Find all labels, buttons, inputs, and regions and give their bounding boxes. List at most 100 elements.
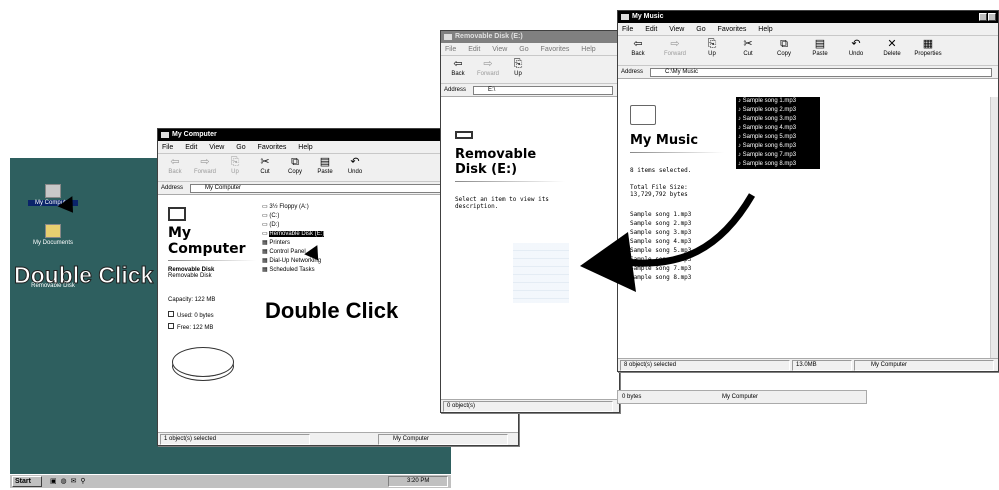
list-item-label: (D:) [269,222,280,228]
list-item-label: Scheduled Tasks [269,267,315,273]
toolbar-label: Up [231,169,239,175]
menu-favorites[interactable]: Favorites [718,26,747,33]
toolbar-label: Cut [260,169,270,175]
used-swatch [168,311,174,317]
copy-button[interactable]: ⧉ Copy [280,154,310,181]
panel-title-line-1: Removable [455,147,537,162]
list-item[interactable]: ▦ Printers [262,239,352,248]
undo-icon: ↶ [350,156,360,168]
up-button[interactable]: ⎘ Up [694,36,730,65]
address-input[interactable]: E:\ [473,86,613,95]
toolbar-label: Back [168,169,182,175]
window-title: My Music [632,13,664,20]
divider [168,260,256,261]
menubar: File Edit View Go Favorites Help [618,23,998,36]
back-button[interactable]: ⇦ Back [443,56,473,83]
titlebar[interactable]: My Music [618,11,998,23]
properties-icon: ▦ [922,38,934,50]
start-button[interactable]: Start [12,476,42,487]
back-button[interactable]: ⇦ Back [620,36,656,65]
menu-go[interactable]: Go [519,46,528,53]
menu-favorites[interactable]: Favorites [258,144,287,151]
menu-help[interactable]: Help [298,144,312,151]
toolbar-label: Properties [914,51,942,57]
list-item[interactable]: ▭ (C:) [262,212,352,221]
address-bar: Address E:\ [441,84,619,97]
maximize-button[interactable] [988,13,996,21]
scrollbar[interactable] [990,97,998,359]
menu-edit[interactable]: Edit [645,26,657,33]
cut-button[interactable]: ✂ Cut [250,154,280,181]
address-input[interactable]: C:\My Music [650,68,992,77]
minimize-button[interactable] [979,13,987,21]
desktop-icon-my-documents[interactable]: My Documents [28,224,78,246]
file-item[interactable]: ♪ Sample song 8.mp3 [736,160,820,169]
menu-view[interactable]: View [209,144,224,151]
toolbar-label: Paste [317,169,333,175]
forward-icon: ⇨ [670,38,680,50]
cut-button[interactable]: ✂ Cut [730,36,766,65]
menu-edit[interactable]: Edit [185,144,197,151]
list-item[interactable]: ▭ (D:) [262,221,352,230]
statusbar: 8 object(s) selected 13.0MB My Computer [618,358,998,371]
file-item-label: Sample song 8.mp3 [742,161,797,167]
window-title: Removable Disk (E:) [455,33,523,40]
scissors-icon: ✂ [743,38,753,50]
file-item[interactable]: ♪ Sample song 3.mp3 [736,115,820,124]
file-item[interactable]: ♪ Sample song 2.mp3 [736,106,820,115]
quick-launch[interactable]: ▣ ◍ ✉ ⚲ [50,477,87,485]
menu-help[interactable]: Help [758,26,772,33]
menu-help[interactable]: Help [581,46,595,53]
panel-title-line-2: Computer [168,241,246,257]
file-item[interactable]: ♪ Sample song 4.mp3 [736,124,820,133]
list-item: Sample song 3.mp3 [630,229,692,236]
file-item-label: Sample song 3.mp3 [742,116,797,122]
list-item[interactable]: ▭ 3½ Floppy (A:) [262,203,352,212]
window-removable-disk: Removable Disk (E:) File Edit View Go Fa… [440,30,620,413]
list-item-label: Control Panel [269,249,306,255]
menu-view[interactable]: View [492,46,507,53]
paste-button[interactable]: ▤ Paste [310,154,340,181]
forward-button[interactable]: ⇨ Forward [190,154,220,181]
undo-button[interactable]: ↶ Undo [340,154,370,181]
menu-file[interactable]: File [622,26,633,33]
file-item[interactable]: ♪ Sample song 5.mp3 [736,133,820,142]
paste-button[interactable]: ▤ Paste [802,36,838,65]
menu-file[interactable]: File [162,144,173,151]
list-item[interactable]: ▦ Scheduled Tasks [262,266,352,275]
menu-go[interactable]: Go [696,26,705,33]
forward-button[interactable]: ⇨ Forward [656,36,694,65]
toolbar-label: Forward [193,169,216,175]
menu-favorites[interactable]: Favorites [541,46,570,53]
menu-view[interactable]: View [669,26,684,33]
taskbar: Start ▣ ◍ ✉ ⚲ 3:20 PM [10,474,451,488]
system-tray: 3:20 PM [388,476,448,487]
titlebar[interactable]: Removable Disk (E:) [441,31,619,43]
file-item[interactable]: ♪ Sample song 1.mp3 [736,97,820,106]
properties-button[interactable]: ▦ Properties [910,36,946,65]
file-item[interactable]: ♪ Sample song 7.mp3 [736,151,820,160]
ghost-file-list [513,243,569,303]
menubar: File Edit View Go Favorites Help [441,43,619,56]
up-button[interactable]: ⎘ Up [220,154,250,181]
list-item-selected[interactable]: ▭ Removable Disk (E:) [262,230,352,239]
list-item-label: Removable Disk (E:) [269,231,325,237]
copy-button[interactable]: ⧉ Copy [766,36,802,65]
up-button[interactable]: ⎘ Up [503,56,533,83]
forward-button[interactable]: ⇨ Forward [473,56,503,83]
toolbar: ⇦ Back ⇨ Forward ⎘ Up ✂ Cut ⧉ Copy ▤ Paste ↶ Un… [618,36,998,66]
toolbar-label: Paste [812,51,828,57]
address-label: Address [161,185,184,191]
back-button[interactable]: ⇦ Back [160,154,190,181]
window-my-music: My Music File Edit View Go Favorites Hel… [617,10,999,372]
undo-button[interactable]: ↶ Undo [838,36,874,65]
delete-button[interactable]: ✕ Delete [874,36,910,65]
status-size: 13.0MB [792,360,852,371]
list-item-label: Printers [269,240,291,246]
file-item[interactable]: ♪ Sample song 6.mp3 [736,142,820,151]
menu-go[interactable]: Go [236,144,245,151]
clock: 3:20 PM [407,478,430,484]
menu-edit[interactable]: Edit [468,46,480,53]
menu-file[interactable]: File [445,46,456,53]
status-text: 8 object(s) selected [620,360,790,371]
